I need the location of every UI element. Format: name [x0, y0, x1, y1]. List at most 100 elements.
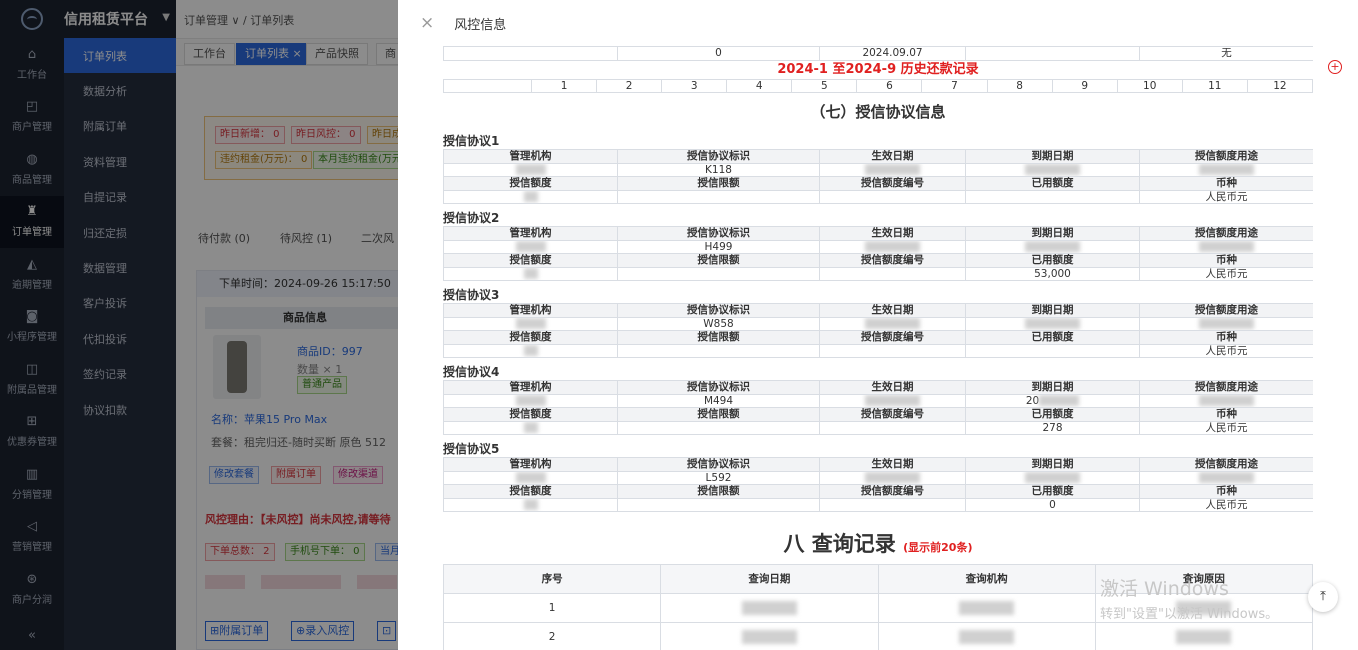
table-row: 人民币元 — [443, 189, 1313, 204]
header-cell: 授信额度用途 — [1139, 303, 1313, 318]
redacted-value — [865, 241, 920, 253]
table-cell: 无 — [1139, 46, 1313, 61]
table-cell — [443, 497, 618, 512]
header-cell: 查询日期 — [660, 564, 879, 594]
agreement-table: 管理机构 授信协议标识 生效日期 到期日期 授信额度用途 K118 授信额度 授信限额 授信额度… — [443, 149, 1313, 204]
agreement-id: H499 — [704, 240, 733, 253]
table-row: 管理机构 授信协议标识 生效日期 到期日期 授信额度用途 — [443, 149, 1313, 164]
table-row: K118 — [443, 162, 1313, 177]
currency: 人民币元 — [1205, 498, 1248, 511]
table-cell — [819, 343, 966, 358]
agreement-title: 授信协议1 — [443, 134, 500, 148]
redacted-value — [523, 422, 538, 434]
used-amount: 0 — [1049, 498, 1056, 511]
repay-table: 0 2024.09.07 无 — [443, 46, 1313, 61]
table-cell — [965, 162, 1140, 177]
header-cell: 授信限额 — [617, 253, 820, 268]
table-cell: 278 — [965, 420, 1140, 435]
header-cell: 授信额度用途 — [1139, 226, 1313, 241]
header-cell: 授信额度用途 — [1139, 457, 1313, 472]
header-cell: 授信限额 — [617, 330, 820, 345]
month-cell: 7 — [921, 78, 988, 93]
month-cell: 10 — [1116, 78, 1183, 93]
table-cell: 0 — [617, 46, 820, 61]
table-cell: 53,000 — [965, 266, 1140, 281]
table-cell — [1139, 316, 1313, 331]
months-table: 1 2 3 4 5 6 7 8 9 10 11 12 — [443, 78, 1313, 94]
header-cell: 授信协议标识 — [617, 226, 820, 241]
header-cell: 生效日期 — [819, 149, 966, 164]
table-cell — [819, 393, 966, 408]
header-cell: 序号 — [443, 564, 662, 594]
table-cell — [443, 189, 618, 204]
table-cell — [660, 593, 879, 623]
header-cell: 币种 — [1139, 407, 1313, 422]
agreement-id: M494 — [703, 394, 734, 407]
section-8-label: 八 查询记录 — [783, 532, 896, 556]
header-cell: 授信额度编号 — [819, 407, 966, 422]
redacted-value — [865, 395, 920, 407]
used-amount: 278 — [1042, 421, 1063, 434]
month-cell: 6 — [856, 78, 923, 93]
repay-title: 2024-1 至2024-9 历史还款记录 — [777, 61, 979, 77]
table-row: 0 人民币元 — [443, 497, 1313, 512]
currency: 人民币元 — [1205, 190, 1248, 203]
redacted-value — [523, 499, 538, 511]
month-cell: 2 — [596, 78, 663, 93]
table-row: 管理机构 授信协议标识 生效日期 到期日期 授信额度用途 — [443, 457, 1313, 472]
table-row: 管理机构 授信协议标识 生效日期 到期日期 授信额度用途 — [443, 226, 1313, 241]
table-cell — [819, 420, 966, 435]
header-cell: 到期日期 — [965, 303, 1140, 318]
redacted-value — [1025, 164, 1080, 176]
add-circle-icon[interactable]: + — [1328, 60, 1342, 74]
table-row: 管理机构 授信协议标识 生效日期 到期日期 授信额度用途 — [443, 380, 1313, 395]
currency: 人民币元 — [1205, 267, 1248, 280]
table-cell: 人民币元 — [1139, 266, 1313, 281]
table-cell — [660, 622, 879, 650]
table-cell — [965, 239, 1140, 254]
table-row: 2 — [443, 622, 1313, 650]
header-cell: 授信额度编号 — [819, 330, 966, 345]
month-cell: 5 — [791, 78, 858, 93]
table-cell: 人民币元 — [1139, 189, 1313, 204]
table-cell: W858 — [617, 316, 820, 331]
close-icon[interactable]: × — [420, 13, 434, 33]
scroll-top-icon[interactable]: ⤒ — [1308, 582, 1338, 612]
table-row: 0 2024.09.07 无 — [443, 46, 1313, 61]
redacted-value — [515, 395, 546, 407]
redacted-value — [741, 630, 797, 644]
overlay-mask[interactable] — [0, 0, 398, 650]
header-cell: 授信额度用途 — [1139, 149, 1313, 164]
table-row: 授信额度 授信限额 授信额度编号 已用额度 币种 — [443, 330, 1313, 345]
agreement-id: L592 — [705, 471, 732, 484]
header-cell: 到期日期 — [965, 457, 1140, 472]
header-cell: 授信限额 — [617, 484, 820, 499]
agreement-title: 授信协议5 — [443, 442, 500, 456]
header-cell: 管理机构 — [443, 457, 618, 472]
header-cell: 已用额度 — [965, 330, 1140, 345]
redacted-value — [741, 601, 797, 615]
redacted-value — [1199, 164, 1254, 176]
redacted-value — [865, 318, 920, 330]
table-cell — [819, 316, 966, 331]
drawer-body[interactable]: 0 2024.09.07 无 2024-1 至2024-9 历史还款记录 1 2 3 4 5 6 7… — [443, 46, 1313, 650]
used-amount: 53,000 — [1034, 267, 1071, 280]
agreement-title: 授信协议3 — [443, 288, 500, 302]
redacted-value — [1025, 241, 1080, 253]
table-cell — [965, 189, 1140, 204]
table-cell: 20 — [965, 393, 1140, 408]
table-row: M494 20 — [443, 393, 1313, 408]
redacted-value — [959, 601, 1015, 615]
section-8-title: 八 查询记录 (显示前20条) — [443, 524, 1313, 564]
currency: 人民币元 — [1205, 421, 1248, 434]
redacted-value — [959, 630, 1015, 644]
header-cell: 已用额度 — [965, 253, 1140, 268]
table-cell — [1139, 239, 1313, 254]
table-cell — [1139, 470, 1313, 485]
table-row: 278 人民币元 — [443, 420, 1313, 435]
drawer-title: 风控信息 — [454, 17, 507, 33]
table-row: 53,000 人民币元 — [443, 266, 1313, 281]
table-row: 管理机构 授信协议标识 生效日期 到期日期 授信额度用途 — [443, 303, 1313, 318]
table-cell — [965, 46, 1140, 61]
header-cell: 到期日期 — [965, 380, 1140, 395]
